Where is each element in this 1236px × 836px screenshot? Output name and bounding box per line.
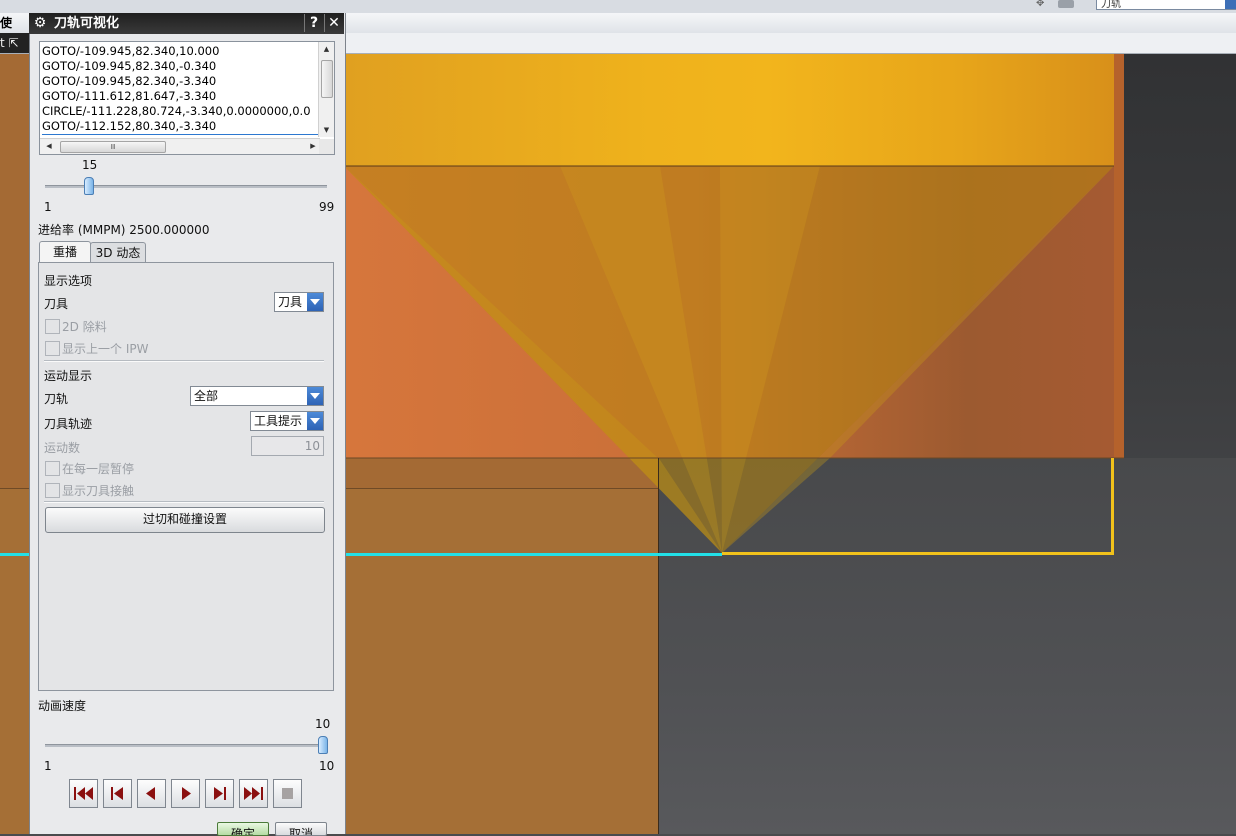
step-forward-icon [214, 787, 226, 800]
chevron-down-icon [307, 293, 323, 311]
animation-speed-max: 10 [319, 759, 335, 773]
tab-replay[interactable]: 重播 [39, 241, 91, 263]
scroll-corner [319, 139, 334, 154]
play-forward-button[interactable] [171, 779, 200, 808]
gear-icon[interactable]: ⚙ [32, 15, 48, 31]
background-text-2: t ⇱ [0, 33, 30, 53]
dialog-titlebar[interactable]: ⚙ 刀轨可视化 ? ✕ [29, 13, 344, 34]
feed-rate-label: 进给率 (MMPM) 2500.000000 [38, 223, 210, 237]
list-item[interactable]: GOTO/-109.945,82.340,10.000 [42, 44, 318, 59]
chevron-down-icon [1225, 0, 1236, 9]
play-reverse-button[interactable] [137, 779, 166, 808]
step-back-button[interactable] [103, 779, 132, 808]
checkbox-2d-removal[interactable] [45, 319, 60, 334]
tab-3d-dynamic[interactable]: 3D 动态 [90, 242, 146, 263]
move-icon[interactable]: ✥ [1036, 0, 1048, 9]
toolpath-select[interactable]: 全部 [190, 386, 324, 406]
motion-count-label: 运动数 [44, 441, 81, 455]
horizontal-scrollbar[interactable]: ◀ Ⅲ ▶ [40, 138, 320, 154]
checkbox-prev-ipw[interactable] [45, 341, 60, 356]
step-forward-button[interactable] [205, 779, 234, 808]
skip-to-start-icon [74, 787, 93, 800]
help-button[interactable]: ? [304, 14, 323, 32]
checkbox-show-tool-contact[interactable] [45, 483, 60, 498]
toolpath-select-value: 全部 [194, 389, 219, 403]
tool-display-select[interactable]: 刀具 [274, 292, 324, 312]
skip-to-end-icon [244, 787, 263, 800]
close-button[interactable]: ✕ [324, 14, 343, 32]
animation-speed-knob[interactable] [318, 736, 328, 754]
animation-speed-value: 10 [315, 717, 331, 731]
checkbox-show-tool-contact-label: 显示刀具接触 [62, 484, 135, 498]
toolpath-lines: GOTO/-109.945,82.340,10.000 GOTO/-109.94… [42, 44, 318, 136]
top-combo[interactable]: 刀轨 [1096, 0, 1236, 10]
stop-icon [282, 788, 293, 799]
list-item[interactable]: CIRCLE/-111.228,80.724,-3.340,0.0000000,… [42, 104, 318, 119]
tool-trace-select[interactable]: 工具提示 [250, 411, 324, 431]
list-item[interactable]: GOTO/-111.612,81.647,-3.340 [42, 89, 318, 104]
list-item[interactable]: GOTO/-109.945,82.340,-0.340 [42, 59, 318, 74]
list-item[interactable]: GOTO/-109.945,82.340,-3.340 [42, 74, 318, 89]
animation-speed-min: 1 [44, 759, 52, 773]
play-reverse-icon [146, 787, 155, 800]
divider [44, 360, 324, 362]
checkbox-pause-each-layer[interactable] [45, 461, 60, 476]
background-text: 使用" [0, 16, 18, 50]
fast-forward-to-end-button[interactable] [239, 779, 268, 808]
hscroll-thumb[interactable]: Ⅲ [60, 141, 166, 153]
cut-region-outline [722, 458, 1114, 555]
step-back-icon [111, 787, 123, 800]
tool-label: 刀具 [44, 297, 69, 311]
checkbox-2d-removal-label: 2D 除料 [62, 320, 107, 334]
animation-speed-track[interactable] [45, 744, 327, 747]
position-slider-max: 99 [319, 200, 335, 214]
view-icon[interactable] [1058, 0, 1074, 8]
tool-display-value: 刀具 [278, 295, 303, 309]
scroll-up-icon[interactable]: ▲ [319, 43, 334, 55]
tool-trace-value: 工具提示 [254, 414, 303, 428]
app-top-bar [0, 0, 1236, 13]
stock-edge-vertical [658, 458, 659, 834]
divider [44, 501, 324, 503]
motion-count-field[interactable]: 10 [251, 436, 324, 456]
play-icon [182, 787, 191, 800]
animation-speed-label: 动画速度 [38, 699, 87, 713]
chevron-down-icon [307, 412, 323, 430]
top-combo-value: 刀轨 [1101, 0, 1121, 10]
toolpath-listing[interactable]: GOTO/-109.945,82.340,10.000 GOTO/-109.94… [39, 41, 335, 155]
external-link-icon[interactable]: ⇱ [9, 36, 19, 50]
gouge-collision-settings-button[interactable]: 过切和碰撞设置 [45, 507, 325, 533]
scroll-thumb[interactable] [321, 60, 333, 98]
position-slider-min: 1 [44, 200, 52, 214]
list-item-selected[interactable]: GOTO/-112.152,80.340,-3.340 [42, 119, 318, 135]
position-slider-knob[interactable] [84, 177, 94, 195]
scroll-down-icon[interactable]: ▼ [319, 124, 334, 136]
scroll-left-icon[interactable]: ◀ [42, 139, 56, 154]
stop-button[interactable] [273, 779, 302, 808]
scroll-right-icon[interactable]: ▶ [306, 139, 320, 154]
display-options-title: 显示选项 [44, 274, 93, 288]
checkbox-prev-ipw-label: 显示上一个 IPW [62, 342, 149, 356]
dialog-title: 刀轨可视化 [54, 16, 120, 31]
position-slider-value: 15 [82, 158, 98, 172]
tool-trace-label: 刀具轨迹 [44, 417, 93, 431]
vertical-scrollbar[interactable]: ▲ ▼ [318, 42, 334, 137]
chevron-down-icon [307, 387, 323, 405]
rewind-to-start-button[interactable] [69, 779, 98, 808]
checkbox-pause-each-layer-label: 在每一层暂停 [62, 462, 135, 476]
toolpath-label: 刀轨 [44, 392, 69, 406]
motion-display-title: 运动显示 [44, 369, 93, 383]
